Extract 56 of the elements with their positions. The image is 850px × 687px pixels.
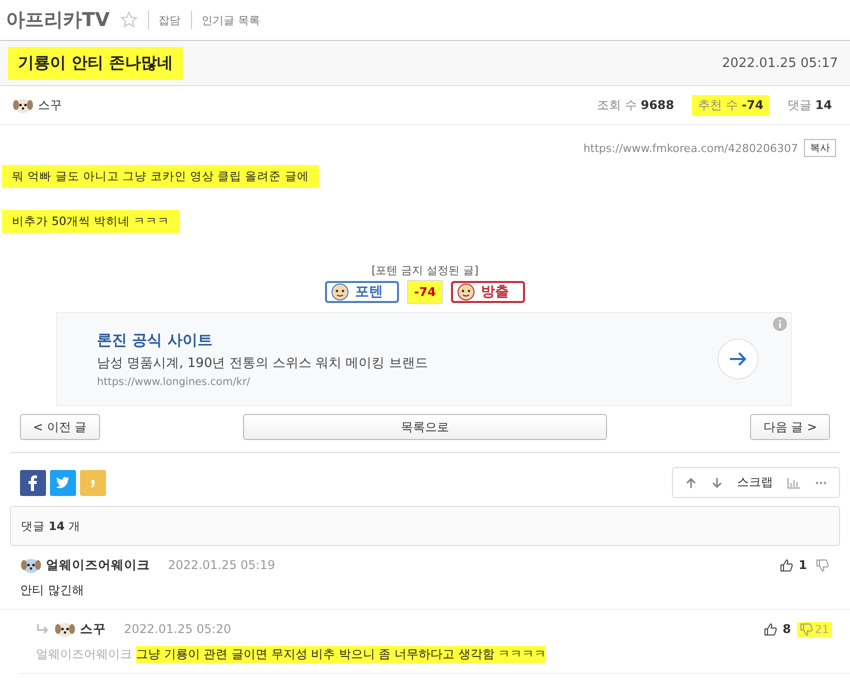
avatar-icon [12,96,34,114]
author-name[interactable]: 스꾸 [38,96,62,114]
avatar-icon [54,620,76,638]
arrow-right-icon[interactable] [717,338,759,380]
post-stat: 댓글 14 [786,96,833,114]
post-stat: 조회 수 9688 [596,96,676,114]
thumbs-up-icon[interactable] [780,558,793,572]
star-icon[interactable] [120,11,138,29]
thumbs-up-icon[interactable] [764,622,777,636]
comment-author[interactable]: 스꾸 [80,620,106,638]
list-button[interactable]: 목록으로 [243,414,607,440]
thumbs-down-icon[interactable] [816,558,829,572]
previous-post-button[interactable]: < 이전 글 [20,414,100,440]
board-link[interactable]: 잡담 [158,12,181,28]
comment-text: 안티 많긴해 [20,582,84,599]
bar-chart-icon[interactable] [787,476,801,488]
next-post-button[interactable]: 다음 글 > [750,414,830,440]
scrap-link[interactable]: 스크랩 [737,474,773,491]
more-icon[interactable] [815,480,827,484]
kakao-share-icon[interactable] [80,470,106,496]
copy-button[interactable]: 복사 [804,139,836,157]
face-icon [456,283,475,301]
ad-description: 남성 명품시계, 190년 전통의 스위스 워치 메이킹 브랜드 [97,354,428,372]
reply-target: 얼웨이즈어웨이크 [36,646,132,663]
smiley-icon [331,283,350,301]
like-count: 1 [798,558,807,572]
info-icon[interactable] [773,317,787,331]
twitter-share-icon[interactable] [50,470,76,496]
vote-notice: [포텐 금지 설정된 글] [371,263,479,278]
thumbs-down-icon[interactable] [800,622,813,636]
dislike-count: 21 [815,622,829,636]
post-title: 기룡이 안티 존나많네 [8,46,184,80]
post-text: 비추가 50개씩 박히네 ㅋㅋㅋ [2,210,180,233]
comment-count: 댓글 14 개 [21,518,80,534]
facebook-share-icon[interactable] [20,470,46,496]
ad-title[interactable]: 론진 공식 사이트 [97,330,428,350]
ad-banner[interactable]: 론진 공식 사이트 남성 명품시계, 190년 전통의 스위스 워치 메이킹 브랜드 https://www.longines.com/kr/ [56,312,792,406]
board-name[interactable]: 아프리카TV [6,7,110,33]
comment-text: 그냥 기룡이 관련 글이면 무지성 비추 박으니 좀 너무하다고 생각함 ㅋㅋㅋㅋ [136,646,546,663]
avatar-icon [20,556,42,574]
comment-date: 2022.01.25 05:19 [168,558,276,572]
vote-score: -74 [407,280,443,304]
like-count: 8 [782,622,791,636]
upvote-button[interactable]: 포텐 [325,281,400,303]
post-text: 뭐 억빠 글도 아니고 그냥 코카인 영상 클립 올려준 글에 [2,165,319,188]
ad-url: https://www.longines.com/kr/ [97,376,252,388]
arrow-down-icon[interactable] [711,476,723,488]
reply-arrow-icon [36,623,50,635]
comment-author[interactable]: 얼웨이즈어웨이크 [46,556,150,574]
post-stat: 추천 수 -74 [692,94,770,116]
downvote-button[interactable]: 방출 [450,281,525,303]
post-url: https://www.fmkorea.com/4280206307 [583,142,798,154]
comment-date: 2022.01.25 05:20 [124,622,232,636]
arrow-up-icon[interactable] [685,476,697,488]
board-link[interactable]: 인기글 목록 [202,12,260,28]
post-date: 2022.01.25 05:17 [722,56,838,70]
